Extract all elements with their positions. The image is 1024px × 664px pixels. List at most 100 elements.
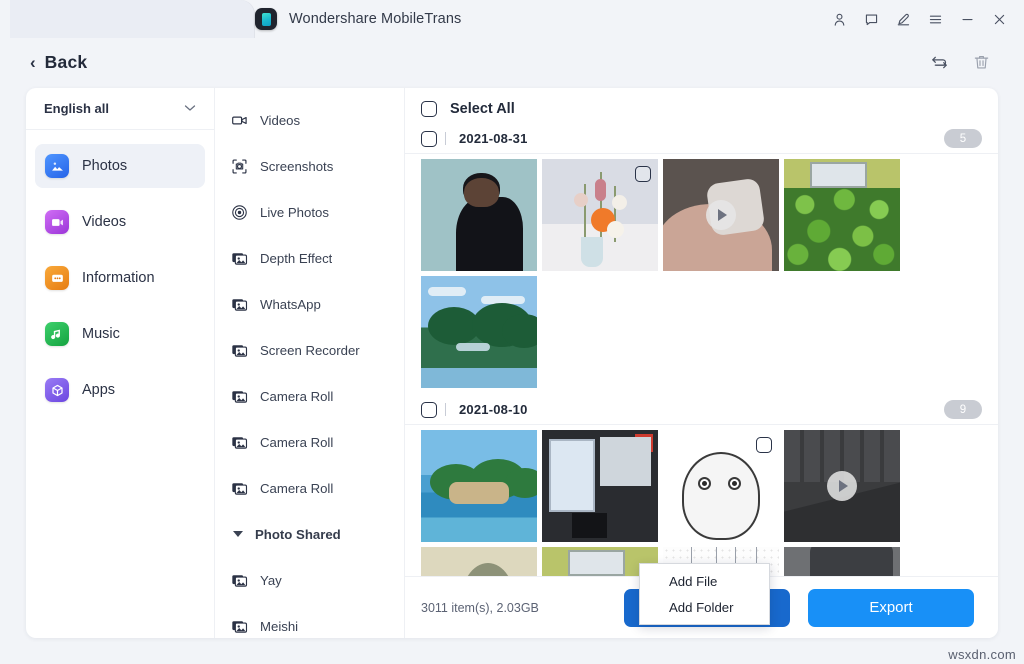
feedback-icon[interactable] bbox=[856, 5, 886, 33]
photo-thumbnail[interactable] bbox=[663, 159, 779, 271]
photo-thumbnail[interactable] bbox=[421, 547, 537, 576]
album-item-depth-effect[interactable]: Depth Effect bbox=[215, 235, 404, 281]
album-item-videos[interactable]: Videos bbox=[215, 97, 404, 143]
title-bar: Wondershare MobileTrans bbox=[0, 0, 1024, 38]
album-item-label: Camera Roll bbox=[260, 389, 333, 404]
window-controls bbox=[824, 5, 1014, 33]
album-item-screenshots[interactable]: Screenshots bbox=[215, 143, 404, 189]
date-group-checkbox[interactable] bbox=[421, 131, 437, 147]
photo-stack-icon bbox=[231, 480, 248, 497]
album-item-camera-roll-2[interactable]: Camera Roll bbox=[215, 419, 404, 465]
album-item-whatsapp[interactable]: WhatsApp bbox=[215, 281, 404, 327]
photo-thumbnail[interactable] bbox=[663, 430, 779, 542]
menu-item-add-folder[interactable]: Add Folder bbox=[640, 594, 769, 620]
minimize-icon[interactable] bbox=[952, 5, 982, 33]
edit-icon[interactable] bbox=[888, 5, 918, 33]
sidebar: English all Photos Videos bbox=[26, 88, 215, 638]
watermark: wsxdn.com bbox=[948, 647, 1016, 662]
window-tab-shape bbox=[10, 0, 255, 38]
album-item-yay[interactable]: Yay bbox=[215, 557, 404, 603]
album-item-label: Yay bbox=[260, 573, 282, 588]
date-group-label: 2021-08-31 bbox=[459, 131, 528, 146]
photo-grid bbox=[405, 154, 998, 388]
close-icon[interactable] bbox=[984, 5, 1014, 33]
information-icon bbox=[45, 266, 69, 290]
photo-thumbnail[interactable] bbox=[421, 159, 537, 271]
play-icon bbox=[706, 200, 736, 230]
photo-thumbnail[interactable] bbox=[421, 430, 537, 542]
photo-stack-icon bbox=[231, 618, 248, 635]
sync-icon[interactable] bbox=[926, 49, 952, 75]
photo-thumbnail[interactable] bbox=[784, 430, 900, 542]
caret-down-icon bbox=[229, 526, 246, 543]
date-group-header[interactable]: 2021-08-31 5 bbox=[405, 124, 998, 154]
context-menu: Add File Add Folder bbox=[639, 563, 770, 625]
language-selector[interactable]: English all bbox=[26, 88, 214, 130]
sidebar-item-label: Videos bbox=[82, 214, 126, 230]
sidebar-item-photos[interactable]: Photos bbox=[35, 144, 205, 188]
videos-icon bbox=[45, 210, 69, 234]
select-all-row[interactable]: Select All bbox=[405, 94, 998, 124]
photo-stack-icon bbox=[231, 434, 248, 451]
photo-stack-icon bbox=[231, 250, 248, 267]
back-label: Back bbox=[45, 52, 88, 73]
menu-icon[interactable] bbox=[920, 5, 950, 33]
album-item-label: Live Photos bbox=[260, 205, 329, 220]
date-group-count: 5 bbox=[944, 129, 982, 148]
music-icon bbox=[45, 322, 69, 346]
chevron-down-icon bbox=[184, 103, 196, 115]
photo-browser: Select All 2021-08-31 5 bbox=[405, 88, 998, 638]
photo-stack-icon bbox=[231, 572, 248, 589]
mobiletrans-logo-icon bbox=[255, 8, 277, 30]
menu-item-add-file[interactable]: Add File bbox=[640, 568, 769, 594]
date-group-label: 2021-08-10 bbox=[459, 402, 528, 417]
photo-thumbnail[interactable] bbox=[421, 276, 537, 388]
divider bbox=[445, 132, 446, 145]
trash-icon[interactable] bbox=[968, 49, 994, 75]
photos-icon bbox=[45, 154, 69, 178]
photo-thumbnail[interactable] bbox=[784, 159, 900, 271]
album-list: Videos Screenshots Live Photos bbox=[215, 88, 405, 638]
sidebar-item-information[interactable]: Information bbox=[35, 256, 205, 300]
album-item-screen-recorder[interactable]: Screen Recorder bbox=[215, 327, 404, 373]
album-group-label: Photo Shared bbox=[255, 527, 341, 542]
sidebar-item-label: Apps bbox=[82, 382, 115, 398]
divider bbox=[445, 403, 446, 416]
album-item-label: Videos bbox=[260, 113, 300, 128]
sidebar-item-label: Photos bbox=[82, 158, 127, 174]
application-window: Wondershare MobileTrans bbox=[0, 0, 1024, 664]
sidebar-item-music[interactable]: Music bbox=[35, 312, 205, 356]
select-all-checkbox[interactable] bbox=[421, 101, 437, 117]
album-item-label: Screenshots bbox=[260, 159, 333, 174]
video-camera-icon bbox=[231, 112, 248, 129]
photo-scroll-area[interactable]: 2021-08-31 5 bbox=[405, 124, 998, 576]
photo-stack-icon bbox=[231, 296, 248, 313]
album-item-camera-roll-1[interactable]: Camera Roll bbox=[215, 373, 404, 419]
photo-grid bbox=[405, 425, 998, 576]
back-button[interactable]: ‹ Back bbox=[30, 52, 87, 73]
language-selector-value: English all bbox=[44, 101, 109, 116]
play-icon bbox=[827, 471, 857, 501]
account-icon[interactable] bbox=[824, 5, 854, 33]
photo-thumbnail[interactable] bbox=[784, 547, 900, 576]
export-button[interactable]: Export bbox=[808, 589, 974, 627]
sidebar-item-videos[interactable]: Videos bbox=[35, 200, 205, 244]
photo-stack-icon bbox=[231, 342, 248, 359]
album-item-label: Depth Effect bbox=[260, 251, 332, 266]
sidebar-item-apps[interactable]: Apps bbox=[35, 368, 205, 412]
album-item-camera-roll-3[interactable]: Camera Roll bbox=[215, 465, 404, 511]
album-item-label: Meishi bbox=[260, 619, 298, 634]
photo-checkbox[interactable] bbox=[635, 166, 651, 182]
album-group-photo-shared[interactable]: Photo Shared bbox=[215, 511, 404, 557]
album-item-meishi[interactable]: Meishi bbox=[215, 603, 404, 638]
app-title: Wondershare MobileTrans bbox=[289, 11, 461, 27]
photo-thumbnail[interactable] bbox=[542, 430, 658, 542]
date-group-checkbox[interactable] bbox=[421, 402, 437, 418]
photo-stack-icon bbox=[231, 388, 248, 405]
live-photo-icon bbox=[231, 204, 248, 221]
photo-checkbox[interactable] bbox=[756, 437, 772, 453]
date-group-header[interactable]: 2021-08-10 9 bbox=[405, 395, 998, 425]
photo-thumbnail[interactable] bbox=[542, 159, 658, 271]
album-item-label: WhatsApp bbox=[260, 297, 321, 312]
album-item-live-photos[interactable]: Live Photos bbox=[215, 189, 404, 235]
